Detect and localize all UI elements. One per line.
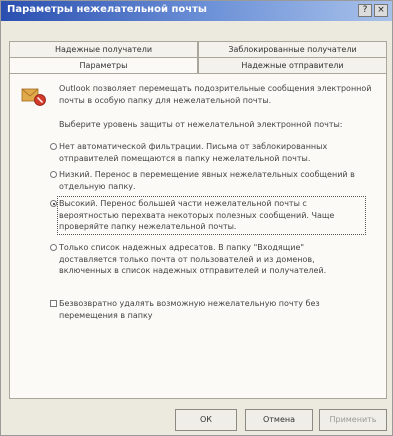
protection-level-label: Выберите уровень защиты от нежелательной… bbox=[59, 120, 343, 129]
description-text: Outlook позволяет перемещать подозритель… bbox=[59, 84, 372, 105]
apply-button[interactable]: Применить bbox=[319, 409, 387, 431]
tab-safe-senders[interactable]: Надежные отправители bbox=[198, 57, 387, 74]
tab-options[interactable]: Параметры bbox=[9, 57, 198, 74]
option-no-filter-label: Нет автоматической фильтрации. Письма от… bbox=[59, 142, 328, 163]
cancel-button[interactable]: Отмена bbox=[245, 409, 313, 431]
help-button[interactable]: ? bbox=[358, 4, 372, 17]
dialog-window: Параметры нежелательной почты ? × Надежн… bbox=[0, 0, 393, 436]
option-low-label: Низкий. Перенос в перемещение явных неже… bbox=[59, 170, 355, 191]
option-high-label: Высокий. Перенос большей части нежелател… bbox=[59, 199, 335, 231]
title-bar-buttons: ? × bbox=[358, 4, 388, 17]
option-high[interactable]: Высокий. Перенос большей части нежелател… bbox=[50, 196, 366, 235]
option-safe-list-only[interactable]: Только список надежных адресатов. В папк… bbox=[50, 242, 364, 277]
radio-no-filter[interactable] bbox=[50, 143, 57, 150]
radio-low[interactable] bbox=[50, 171, 57, 178]
option-safe-list-only-label: Только список надежных адресатов. В папк… bbox=[59, 243, 327, 275]
title-bar[interactable]: Параметры нежелательной почты ? × bbox=[1, 1, 392, 21]
option-permanent-delete[interactable]: Безвозвратно удалять возможную нежелател… bbox=[50, 298, 364, 321]
checkbox-permanent-delete[interactable] bbox=[50, 300, 57, 307]
window-title: Параметры нежелательной почты bbox=[7, 4, 207, 15]
tab-row-top: Надежные получатели Заблокированные полу… bbox=[9, 41, 387, 58]
option-permanent-delete-label: Безвозвратно удалять возможную нежелател… bbox=[59, 299, 320, 320]
junk-mail-warning-icon bbox=[21, 88, 46, 106]
tab-row-bottom: Параметры Надежные отправители bbox=[9, 57, 387, 74]
ok-button[interactable]: ОК bbox=[175, 409, 237, 431]
close-button[interactable]: × bbox=[374, 4, 388, 17]
option-no-filter[interactable]: Нет автоматической фильтрации. Письма от… bbox=[50, 141, 364, 164]
tab-blocked-recipients[interactable]: Заблокированные получатели bbox=[198, 41, 387, 58]
radio-safe-list-only[interactable] bbox=[50, 244, 57, 251]
tab-safe-recipients[interactable]: Надежные получатели bbox=[9, 41, 198, 58]
radio-high[interactable] bbox=[50, 200, 57, 207]
option-low[interactable]: Низкий. Перенос в перемещение явных неже… bbox=[50, 169, 364, 192]
